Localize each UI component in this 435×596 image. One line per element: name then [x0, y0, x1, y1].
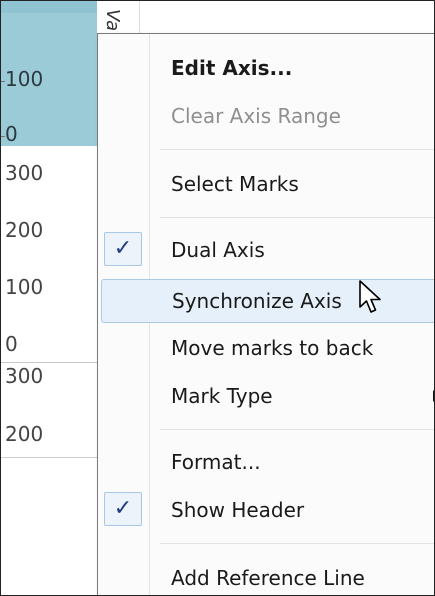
axis-tick-label: 200 — [5, 422, 44, 446]
menu-separator — [160, 429, 434, 430]
menu-item-label: Move marks to back — [171, 336, 374, 360]
menu-item-label: Mark Type — [171, 384, 273, 408]
checkbox-checked: ✓ — [104, 232, 142, 266]
menu-item-select-marks[interactable]: Select Marks — [98, 162, 434, 206]
menu-item-label: Select Marks — [171, 172, 299, 196]
menu-item-move-marks-to-back[interactable]: Move marks to back — [98, 326, 434, 370]
menu-item-show-header[interactable]: ✓ Show Header — [98, 488, 434, 532]
axis-tick-label: 0 — [5, 332, 18, 356]
axis-tick-label: 0 — [5, 122, 18, 146]
pane-end-divider — [1, 457, 97, 458]
checkbox-checked: ✓ — [104, 492, 142, 526]
axis-tick-label: 300 — [5, 364, 44, 388]
axis-tick-label: 200 — [5, 218, 44, 242]
menu-separator — [160, 217, 434, 218]
column-header-label: Va — [102, 9, 123, 32]
mouse-pointer-icon — [359, 280, 381, 313]
vertical-axis[interactable]: 100 0 300 200 100 0 300 200 — [1, 1, 97, 595]
menu-item-label: Add Reference Line — [171, 566, 365, 590]
menu-separator — [160, 543, 434, 544]
app-frame: 100 0 300 200 100 0 300 200 Va Edit Axis… — [0, 0, 435, 596]
axis-tick-label: 100 — [5, 275, 44, 299]
axis-tick-label: 300 — [5, 161, 44, 185]
menu-item-label: Dual Axis — [171, 238, 265, 262]
menu-item-edit-axis[interactable]: Edit Axis... — [98, 46, 434, 90]
menu-item-label: Clear Axis Range — [171, 104, 341, 128]
menu-item-add-reference-line[interactable]: Add Reference Line — [98, 556, 434, 595]
axis-top-band-edge — [1, 1, 97, 13]
pane-divider — [1, 362, 97, 363]
menu-item-mark-type[interactable]: Mark Type — [98, 374, 434, 418]
menu-item-label: Edit Axis... — [171, 56, 293, 80]
menu-item-clear-axis-range: Clear Axis Range — [98, 94, 434, 138]
axis-tick-label: 100 — [5, 67, 44, 91]
menu-item-label: Format... — [171, 450, 261, 474]
menu-separator — [160, 149, 434, 150]
menu-item-dual-axis[interactable]: ✓ Dual Axis — [98, 228, 434, 272]
menu-item-format[interactable]: Format... — [98, 440, 434, 484]
menu-item-label: Show Header — [171, 498, 305, 522]
menu-item-label: Synchronize Axis — [172, 289, 342, 313]
check-icon: ✓ — [113, 236, 133, 261]
check-icon: ✓ — [113, 496, 133, 521]
